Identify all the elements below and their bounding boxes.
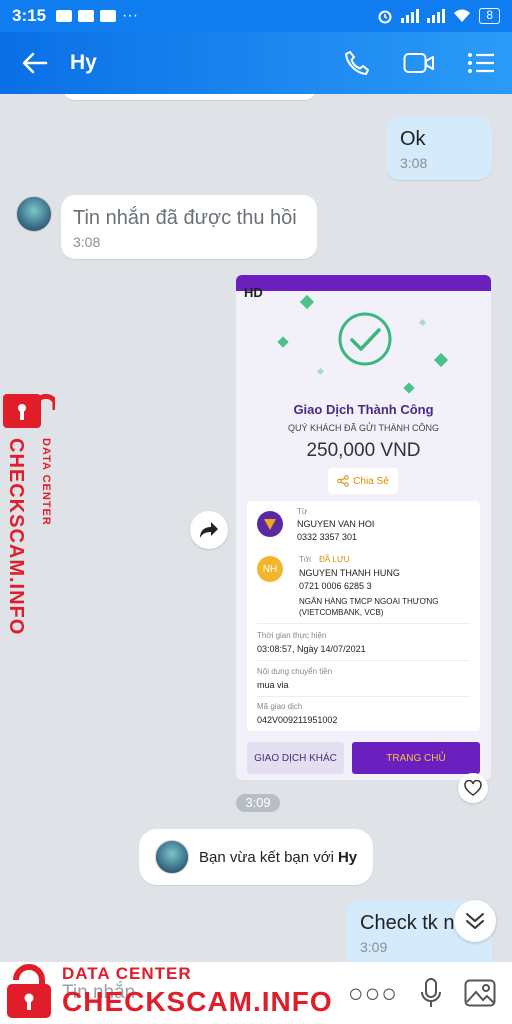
success-check-icon — [338, 312, 392, 366]
hd-badge: HD — [244, 285, 263, 300]
chat-notification-icon — [78, 10, 95, 22]
sparkle-decoration — [403, 382, 415, 394]
friend-avatar — [155, 840, 189, 874]
heart-icon — [464, 780, 482, 796]
watermark-bottom-line1: DATA CENTER — [62, 964, 192, 983]
contact-name[interactable]: Hy — [70, 51, 326, 75]
message-bubble-incoming[interactable]: Tin nhắn đã được thu hồi 3:08 — [61, 195, 317, 259]
back-button[interactable] — [0, 52, 70, 74]
share-label: Chia Sẻ — [353, 475, 389, 487]
phone-icon — [345, 51, 369, 75]
image-gallery-icon[interactable] — [464, 979, 496, 1007]
app-bar: Hy — [0, 32, 512, 94]
arrow-left-icon — [22, 52, 48, 74]
chevron-double-down-icon — [466, 913, 484, 929]
watermark-bottom: DATA CENTER CHECKSCAM.INFO — [0, 958, 332, 1024]
time-value: 03:08:57, Ngày 14/07/2021 — [257, 644, 366, 654]
message-notification-icon — [56, 10, 73, 22]
call-button[interactable] — [326, 50, 388, 76]
signal-2-icon — [427, 9, 446, 23]
watermark-side-line2: CHECKSCAM.INFO — [5, 438, 27, 636]
chat-area[interactable]: Ok 3:08 Tin nhắn đã được thu hồi 3:08 HD… — [0, 94, 512, 962]
alarm-icon — [378, 10, 392, 24]
wifi-icon — [454, 9, 471, 22]
message-time: 3:08 — [73, 234, 101, 250]
sparkle-decoration — [316, 367, 325, 376]
more-notifications-icon: ··· — [122, 7, 139, 24]
video-call-button[interactable] — [388, 52, 450, 74]
sparkle-decoration — [433, 352, 449, 368]
recipient-avatar: NH — [257, 556, 283, 582]
message-time: 3:09 — [360, 939, 388, 955]
to-label: Tới ĐÃ LƯU — [299, 555, 350, 564]
sparkle-decoration — [299, 294, 315, 310]
content-value: mua via — [257, 680, 289, 690]
to-name: NGUYEN THANH HUNG — [299, 568, 400, 578]
time-label: Thời gian thực hiện — [257, 631, 327, 640]
receipt-subtitle: QUÝ KHÁCH ĐÃ GỬI THÀNH CÔNG — [287, 423, 440, 433]
home-button: TRANG CHỦ — [352, 742, 480, 774]
sender-logo-icon — [257, 511, 283, 537]
more-options-icon[interactable]: ○○○ — [348, 978, 398, 1009]
video-camera-icon — [403, 53, 434, 73]
lock-logo-icon — [3, 393, 55, 428]
saved-tag: ĐÃ LƯU — [319, 555, 350, 564]
watermark-bottom-line2: CHECKSCAM.INFO — [62, 986, 333, 1017]
message-time: 3:08 — [400, 155, 428, 171]
contact-avatar[interactable] — [16, 196, 52, 232]
watermark-side-line1: DATA CENTER — [40, 438, 52, 526]
forward-button[interactable] — [190, 511, 228, 549]
recipient-initials: NH — [262, 563, 278, 575]
code-label: Mã giao dịch — [257, 702, 303, 711]
from-name: NGUYEN VAN HOI — [297, 519, 375, 529]
share-icon — [337, 475, 350, 487]
message-bubble-outgoing[interactable]: Ok 3:08 — [386, 116, 492, 180]
scroll-to-bottom-button[interactable] — [454, 900, 496, 942]
status-time: 3:15 — [12, 6, 47, 25]
watermark-side: DATA CENTER CHECKSCAM.INFO — [0, 388, 58, 638]
message-text: Ok — [400, 128, 426, 150]
status-bar: 3:15 ··· 8 — [0, 0, 512, 32]
friend-notice-text: Bạn vừa kết bạn với — [199, 848, 334, 866]
receipt-share-button: Chia Sẻ — [328, 468, 398, 494]
friend-notice: Bạn vừa kết bạn với Hy — [139, 829, 373, 885]
other-transaction-button: GIAO DỊCH KHÁC — [247, 742, 344, 774]
recalled-message-text: Tin nhắn đã được thu hồi — [73, 207, 297, 229]
menu-button[interactable] — [450, 52, 512, 74]
signal-icon — [401, 9, 420, 23]
receipt-amount: 250,000 VND — [306, 440, 421, 461]
image-time-pill: 3:09 — [236, 794, 280, 812]
sparkle-decoration — [418, 318, 427, 327]
microphone-icon[interactable] — [420, 977, 442, 1009]
to-bank: NGÂN HÀNG TMCP NGOAI THƯƠNG (VIETCOMBANK… — [299, 597, 439, 617]
transfer-receipt-image[interactable]: HD Giao Dịch Thành Công QUÝ KHÁCH ĐÃ GỬI… — [236, 275, 491, 780]
previous-message-bubble[interactable] — [62, 94, 317, 100]
list-menu-icon — [468, 53, 494, 73]
to-account: 0721 0006 6285 3 — [299, 581, 372, 591]
content-label: Nội dung chuyển tiền — [257, 667, 333, 676]
from-label: Từ — [297, 507, 308, 516]
from-account: 0332 3357 301 — [297, 532, 358, 542]
to-label-text: Tới — [299, 555, 311, 564]
battery-icon: 8 — [479, 8, 500, 24]
zalo-notification-icon — [100, 10, 117, 22]
share-arrow-icon — [200, 522, 218, 538]
react-button[interactable] — [458, 773, 488, 803]
lock-logo-icon — [7, 964, 51, 1018]
receipt-status-bar — [236, 275, 491, 291]
receipt-title: Giao Dịch Thành Công — [293, 402, 434, 417]
friend-notice-name: Hy — [337, 848, 358, 866]
sparkle-decoration — [277, 336, 289, 348]
code-value: 042V009211951002 — [257, 715, 338, 725]
receipt-details-card: Từ NGUYEN VAN HOI 0332 3357 301 NH Tới Đ… — [247, 501, 480, 731]
